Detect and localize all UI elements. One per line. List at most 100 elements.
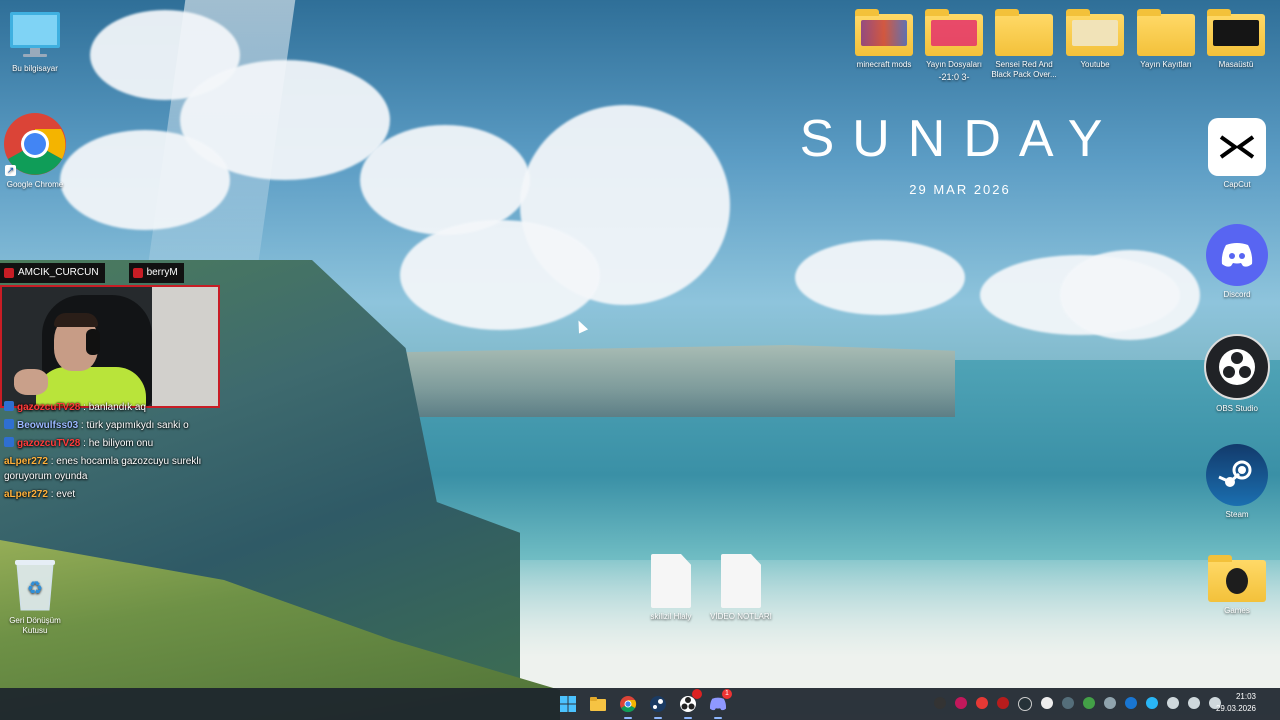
badge-icon xyxy=(4,268,14,278)
obs-icon[interactable] xyxy=(676,689,702,719)
chat-message: Beowulfss03 : türk yapımıkydı sanki o xyxy=(4,418,219,433)
chat-overlay: gazozcuTV28 : banlandık aq Beowulfss03 :… xyxy=(4,400,219,505)
folder-icon xyxy=(855,9,913,56)
system-tray xyxy=(934,697,1221,711)
desktop-icon-google-chrome[interactable]: ↗ Google Chrome xyxy=(0,112,70,190)
desktop-file-video-notlari[interactable]: VİDEO NOTLARI xyxy=(706,554,776,622)
steam-icon xyxy=(1206,444,1268,506)
desktop-icon-label: minecraft mods xyxy=(856,60,912,69)
folder-icon xyxy=(1137,9,1195,56)
webcam-name-tabs: AMCIK_CURCUN berryM xyxy=(0,263,220,283)
file-explorer-icon[interactable] xyxy=(586,692,610,716)
desktop-folder-youtube[interactable]: Youtube xyxy=(1060,9,1130,70)
monitor-icon xyxy=(7,8,63,60)
taskbar-apps: 1 xyxy=(556,689,732,719)
desktop-icon-label: CapCut xyxy=(1223,180,1251,189)
obs-icon xyxy=(1204,334,1270,400)
display-icon[interactable] xyxy=(1188,697,1200,709)
chat-username: Beowulfss03 xyxy=(17,420,79,431)
webcam-name-tab: berryM xyxy=(128,263,184,283)
discord-notification-badge: 1 xyxy=(722,689,732,699)
discord-icon[interactable]: 1 xyxy=(706,689,732,719)
cloud xyxy=(360,125,530,235)
taskbar: 1 21:03 29.03.2026 xyxy=(0,688,1280,720)
chat-username: aLper272 xyxy=(4,489,48,500)
folder-icon xyxy=(1207,9,1265,56)
subscriber-badge-icon xyxy=(4,437,14,447)
tray-app-icon[interactable] xyxy=(1018,697,1032,711)
desktop-folder-yayin-dosyalari[interactable]: Yayın Dosyaları -21:0 3- xyxy=(919,9,989,82)
cloud xyxy=(60,130,230,230)
tray-app-icon[interactable] xyxy=(997,697,1009,709)
headset xyxy=(86,329,100,355)
desktop-folder-games[interactable]: Games xyxy=(1202,555,1272,616)
desktop-icon-label: Games xyxy=(1224,606,1250,615)
tray-app-icon[interactable] xyxy=(976,697,988,709)
desktop-folder-sensei-pack[interactable]: Sensei Red And Black Pack Over... xyxy=(989,9,1059,80)
chat-text: : türk yapımıkydı sanki o xyxy=(80,420,189,431)
tray-app-icon[interactable] xyxy=(1146,697,1158,709)
webcam-name-label: AMCIK_CURCUN xyxy=(18,267,99,278)
desktop-icon-label: VİDEO NOTLARI xyxy=(710,612,772,621)
tray-app-icon[interactable] xyxy=(934,697,946,709)
cloud xyxy=(795,240,965,315)
chat-message: gazozcuTV28 : banlandık aq xyxy=(4,400,219,415)
desktop-icon-label: Bu bilgisayar xyxy=(12,64,58,73)
desktop-icon-label: Google Chrome xyxy=(6,180,64,189)
clock-date: 29 MAR 2026 xyxy=(909,182,1011,197)
folder-icon xyxy=(1208,555,1266,602)
shortcut-arrow-icon: ↗ xyxy=(5,165,16,176)
cloud xyxy=(400,220,600,330)
clock-day: SUNDAY xyxy=(799,110,1121,168)
discord-icon xyxy=(1206,224,1268,286)
folder-icon xyxy=(1066,9,1124,56)
desktop-icon-label: Steam xyxy=(1225,510,1249,519)
subscriber-badge-icon xyxy=(4,401,14,411)
windows-start-icon[interactable] xyxy=(556,692,580,716)
chrome-icon[interactable] xyxy=(616,692,640,719)
tray-app-icon[interactable] xyxy=(1083,697,1095,709)
tray-app-icon[interactable] xyxy=(955,697,967,709)
steam-icon[interactable] xyxy=(646,692,670,719)
taskbar-date: 29.03.2026 xyxy=(1215,704,1256,713)
svg-text:♻: ♻ xyxy=(27,578,43,598)
cloud xyxy=(1060,250,1200,340)
microphone-icon[interactable] xyxy=(1167,697,1179,709)
desktop-icon-label: Discord xyxy=(1223,290,1251,299)
desktop-icon-obs-studio[interactable]: OBS Studio xyxy=(1202,334,1272,414)
chat-username: aLper272 xyxy=(4,456,48,467)
desktop-icon-this-pc[interactable]: Bu bilgisayar xyxy=(0,8,70,74)
desktop-icon-label: Yayın Kayıtları xyxy=(1140,60,1192,69)
recycle-bin-icon: ♻ xyxy=(13,556,57,612)
webcam-name-label: berryM xyxy=(146,267,178,278)
chrome-icon: ↗ xyxy=(3,112,67,176)
bluetooth-icon[interactable] xyxy=(1125,697,1137,709)
webcam-feed xyxy=(0,285,220,408)
clock-widget: SUNDAY 29 MAR 2026 xyxy=(795,110,1125,197)
desktop-icon-label: Masaüstü xyxy=(1218,60,1254,69)
tray-app-icon[interactable] xyxy=(1062,697,1074,709)
taskbar-clock[interactable]: 21:03 29.03.2026 xyxy=(1216,691,1256,715)
chat-username: gazozcuTV28 xyxy=(17,438,81,449)
desktop-file-skillzil[interactable]: skillzil Hlaly xyxy=(636,554,706,622)
desktop-folder-minecraft-mods[interactable]: minecraft mods xyxy=(849,9,919,70)
chat-text: : he biliyom onu xyxy=(83,438,154,449)
capcut-icon xyxy=(1208,118,1266,176)
streamer-hand xyxy=(14,369,48,395)
desktop-icon-discord[interactable]: Discord xyxy=(1202,224,1272,300)
chat-message: aLper272 : evet xyxy=(4,487,219,502)
desktop-icon-steam[interactable]: Steam xyxy=(1202,444,1272,520)
folder-icon xyxy=(995,9,1053,56)
folder-icon xyxy=(925,9,983,56)
tray-app-icon[interactable] xyxy=(1104,697,1116,709)
desktop-folder-masaustu[interactable]: Masaüstü xyxy=(1201,9,1271,70)
desktop-icon-label: OBS Studio xyxy=(1216,404,1258,413)
taskbar-time: 21:03 xyxy=(1235,692,1256,701)
desktop-folder-yayin-kayitlari[interactable]: Yayın Kayıtları xyxy=(1131,9,1201,70)
desktop-icon-recycle-bin[interactable]: ♻ Geri Dönüşüm Kutusu xyxy=(0,556,70,636)
desktop-icon-label: Youtube xyxy=(1080,60,1110,69)
desktop-icon-sublabel: -21:0 3- xyxy=(938,72,970,82)
tray-app-icon[interactable] xyxy=(1041,697,1053,709)
text-file-icon xyxy=(651,554,691,608)
desktop-icon-capcut[interactable]: CapCut xyxy=(1202,118,1272,190)
